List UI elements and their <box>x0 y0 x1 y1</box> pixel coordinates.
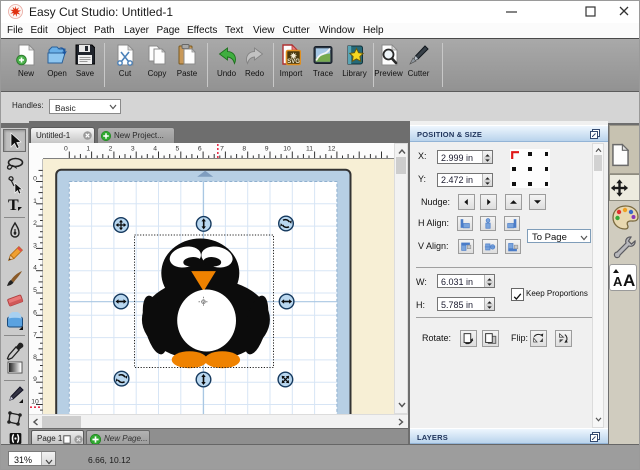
svg-text:8: 8 <box>33 354 37 361</box>
svg-text:4: 4 <box>33 265 37 272</box>
svg-text:8: 8 <box>242 146 246 153</box>
svg-text:10: 10 <box>31 399 39 406</box>
svg-text:9: 9 <box>265 146 269 153</box>
svg-text:A: A <box>613 274 623 289</box>
svg-text:0: 0 <box>33 176 37 183</box>
svg-text:SVG: SVG <box>287 59 300 65</box>
svg-text:9: 9 <box>33 376 37 383</box>
svg-text:1: 1 <box>33 198 37 205</box>
svg-text:2: 2 <box>109 146 113 153</box>
svg-text:7: 7 <box>33 332 37 339</box>
svg-text:6: 6 <box>198 146 202 153</box>
svg-text:6: 6 <box>33 309 37 316</box>
svg-text:10: 10 <box>283 146 291 153</box>
svg-text:T: T <box>8 197 19 214</box>
svg-text:7: 7 <box>220 146 224 153</box>
svg-text:1: 1 <box>86 146 90 153</box>
svg-text:A: A <box>623 271 635 290</box>
svg-text:3: 3 <box>131 146 135 153</box>
svg-text:5: 5 <box>176 146 180 153</box>
svg-text:3: 3 <box>33 242 37 249</box>
svg-text:11: 11 <box>306 146 313 153</box>
svg-text:2: 2 <box>33 220 37 227</box>
svg-text:12: 12 <box>328 146 336 153</box>
svg-text:0: 0 <box>64 146 68 153</box>
svg-text:5: 5 <box>33 287 37 294</box>
svg-text:4: 4 <box>153 146 157 153</box>
